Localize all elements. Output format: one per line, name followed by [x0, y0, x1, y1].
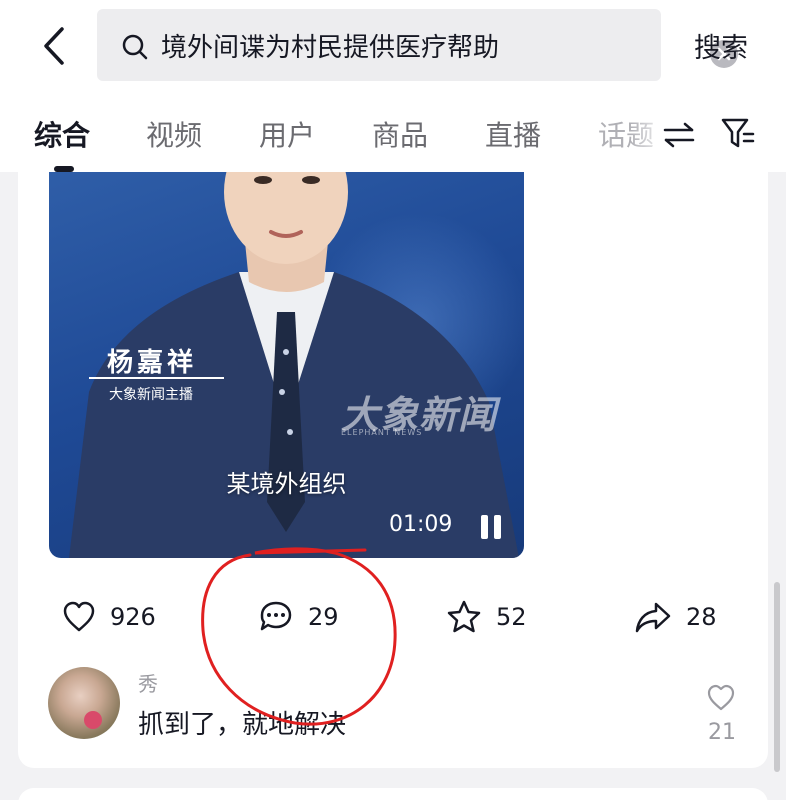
scrollbar[interactable] [774, 582, 780, 772]
avatar[interactable] [48, 667, 120, 739]
video-time: 01:09 [389, 512, 453, 537]
filter-icon[interactable] [720, 114, 756, 152]
back-button[interactable] [34, 24, 74, 68]
next-result-card [18, 788, 768, 800]
like-count: 926 [110, 603, 156, 631]
search-icon [122, 34, 148, 60]
anchor-name: 杨嘉祥 [107, 348, 198, 378]
comment-count: 29 [308, 603, 339, 631]
back-arrow-icon [44, 27, 64, 65]
tab-products[interactable]: 商品 [372, 114, 428, 154]
heart-icon [63, 601, 95, 632]
tab-videos[interactable]: 视频 [146, 114, 202, 154]
commenter-name[interactable]: 秀 [138, 668, 158, 697]
video-subtitle: 某境外组织 [226, 470, 347, 498]
video-player[interactable]: 杨嘉祥 大象新闻主播 大象新闻 ELEPHANT NEWS 某境外组织 01:0… [49, 172, 524, 558]
swap-icon[interactable] [662, 120, 696, 150]
channel-watermark-sub: ELEPHANT NEWS [341, 428, 423, 437]
result-card: 杨嘉祥 大象新闻主播 大象新闻 ELEPHANT NEWS 某境外组织 01:0… [18, 172, 768, 768]
action-bar: 926 29 52 28 [18, 592, 768, 642]
star-icon [447, 600, 481, 633]
favorite-button[interactable]: 52 [446, 592, 527, 642]
tab-users[interactable]: 用户 [259, 114, 315, 154]
share-arrow-icon [635, 602, 671, 633]
pause-icon[interactable] [477, 512, 505, 542]
share-button[interactable]: 28 [634, 592, 717, 642]
anchor-divider [89, 377, 224, 379]
comment-text: 抓到了，就地解决 [138, 710, 347, 740]
avatar-flower [84, 711, 102, 729]
tab-all[interactable]: 综合 [34, 114, 90, 154]
favorite-count: 52 [496, 603, 527, 631]
comment-icon [260, 601, 292, 631]
anchor-title: 大象新闻主播 [109, 387, 193, 403]
comment-button[interactable]: 29 [258, 592, 339, 642]
comment-heart-icon[interactable] [706, 684, 736, 712]
share-count: 28 [686, 603, 717, 631]
comment-like-count: 21 [708, 720, 736, 745]
tab-live[interactable]: 直播 [485, 114, 541, 154]
like-button[interactable]: 926 [62, 592, 156, 642]
top-bar: 搜索 [0, 0, 786, 92]
search-button[interactable]: 搜索 [694, 26, 748, 65]
search-box[interactable] [97, 9, 738, 81]
top-comment[interactable]: 秀 抓到了，就地解决 21 [18, 664, 768, 764]
search-input[interactable] [161, 23, 601, 67]
